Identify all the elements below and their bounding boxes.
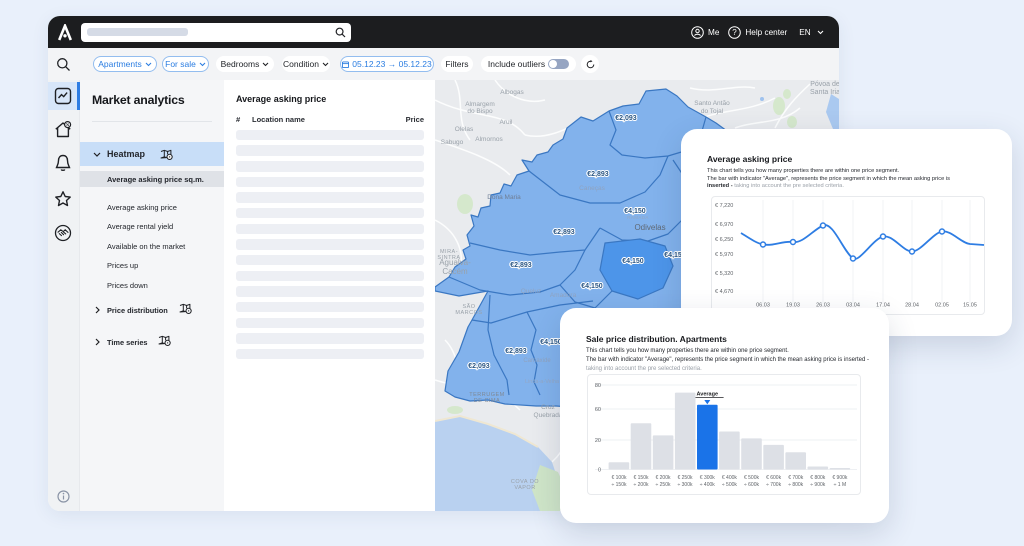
- svg-text:Sabugo: Sabugo: [441, 139, 464, 146]
- svg-text:€2,093: €2,093: [468, 363, 490, 370]
- svg-text:€ 5,970: € 5,970: [715, 252, 733, 258]
- svg-text:Odivelas: Odivelas: [634, 223, 665, 232]
- svg-text:Albogas: Albogas: [500, 89, 524, 96]
- svg-text:20: 20: [595, 438, 601, 444]
- svg-text:€ 250k: € 250k: [677, 475, 693, 481]
- svg-text:02.05: 02.05: [935, 303, 949, 309]
- svg-text:€4,150: €4,150: [581, 283, 603, 290]
- svg-text:€4,150: €4,150: [624, 208, 646, 215]
- svg-text:Póvoa de: Póvoa de: [810, 81, 839, 88]
- svg-text:÷ 600k: ÷ 600k: [744, 482, 759, 488]
- svg-text:÷ 900k: ÷ 900k: [810, 482, 825, 488]
- svg-text:17.04: 17.04: [876, 303, 890, 309]
- svg-text:€ 300k: € 300k: [700, 475, 716, 481]
- svg-text:€ 6,970: € 6,970: [715, 222, 733, 228]
- svg-text:Carnaxide: Carnaxide: [523, 358, 551, 364]
- svg-text:Queluz: Queluz: [521, 288, 542, 295]
- svg-text:?: ?: [733, 28, 738, 37]
- svg-text:÷ 800k: ÷ 800k: [788, 482, 803, 488]
- svg-text:SINTRA: SINTRA: [437, 255, 460, 261]
- svg-text:€4,150: €4,150: [622, 258, 644, 265]
- svg-text:€ 600k: € 600k: [766, 475, 782, 481]
- svg-text:÷ 200k: ÷ 200k: [634, 482, 649, 488]
- svg-text:80: 80: [595, 383, 601, 389]
- svg-text:€ 6,250: € 6,250: [715, 237, 733, 243]
- svg-text:SÃO: SÃO: [462, 303, 475, 310]
- svg-text:€ 7,220: € 7,220: [715, 203, 733, 209]
- svg-text:€ 200k: € 200k: [655, 475, 671, 481]
- svg-text:Caneças: Caneças: [579, 185, 605, 192]
- svg-text:€ 900k: € 900k: [832, 475, 848, 481]
- svg-text:do Tojal: do Tojal: [701, 108, 724, 115]
- svg-text:€2,893: €2,893: [587, 171, 609, 178]
- svg-text:÷ 700k: ÷ 700k: [766, 482, 781, 488]
- svg-text:€4,150: €4,150: [540, 339, 562, 346]
- svg-text:÷ 400k: ÷ 400k: [700, 482, 715, 488]
- svg-text:Cacém: Cacém: [442, 267, 468, 276]
- svg-text:÷ 500k: ÷ 500k: [722, 482, 737, 488]
- svg-text:€ 500k: € 500k: [744, 475, 760, 481]
- svg-text:Cruz: Cruz: [541, 404, 555, 411]
- svg-text:Average: Average: [697, 392, 719, 398]
- svg-text:DE CIMA: DE CIMA: [474, 398, 500, 404]
- svg-text:€ 800k: € 800k: [810, 475, 826, 481]
- svg-text:Olelas: Olelas: [455, 126, 474, 133]
- svg-text:RAMADA: RAMADA: [627, 215, 649, 220]
- svg-text:Linda-a-Velha: Linda-a-Velha: [525, 379, 560, 385]
- svg-text:€ 700k: € 700k: [788, 475, 804, 481]
- svg-text:÷ 150k: ÷ 150k: [612, 482, 627, 488]
- svg-text:€2,893: €2,893: [505, 348, 527, 355]
- svg-text:Santo Antão: Santo Antão: [694, 100, 730, 107]
- svg-text:Amadora: Amadora: [550, 292, 577, 299]
- svg-text:÷ 300k: ÷ 300k: [678, 482, 693, 488]
- svg-text:€ 400k: € 400k: [722, 475, 738, 481]
- svg-text:÷ 1 M: ÷ 1 M: [834, 482, 846, 488]
- svg-text:Dona Maria: Dona Maria: [487, 194, 521, 201]
- svg-text:do Bispo: do Bispo: [467, 108, 493, 115]
- svg-text:€ 4,670: € 4,670: [715, 289, 733, 295]
- svg-text:÷ 250k: ÷ 250k: [656, 482, 671, 488]
- svg-text:€ 150k: € 150k: [633, 475, 649, 481]
- svg-text:MARCOS: MARCOS: [455, 310, 482, 316]
- svg-text:€2,093: €2,093: [615, 115, 637, 122]
- svg-text:Almargem: Almargem: [465, 101, 495, 108]
- svg-text:15.05: 15.05: [963, 303, 977, 309]
- svg-text:€ 5,320: € 5,320: [715, 271, 733, 277]
- svg-text:28.04: 28.04: [905, 303, 919, 309]
- svg-text:60: 60: [595, 407, 601, 413]
- svg-text:0: 0: [598, 468, 601, 474]
- svg-text:Quebrada: Quebrada: [534, 412, 563, 419]
- svg-text:€2,893: €2,893: [510, 262, 532, 269]
- svg-text:Almornos: Almornos: [475, 136, 503, 143]
- svg-text:Aruil: Aruil: [499, 119, 513, 126]
- svg-text:VAPOR: VAPOR: [514, 485, 535, 491]
- svg-text:€ 100k: € 100k: [611, 475, 627, 481]
- svg-text:€2,893: €2,893: [553, 229, 575, 236]
- svg-text:Santa Iria: Santa Iria: [810, 89, 839, 96]
